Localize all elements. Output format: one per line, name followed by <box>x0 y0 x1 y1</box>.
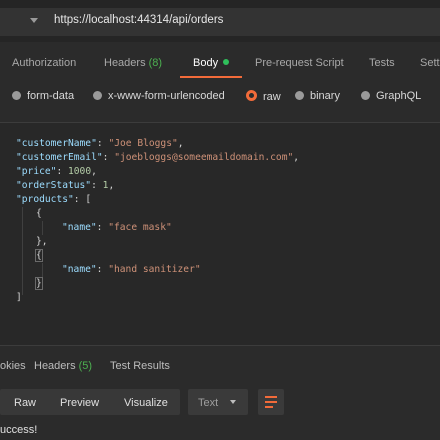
code-line: } <box>35 277 43 290</box>
tab-test-results[interactable]: Test Results <box>110 360 170 372</box>
code-line: ] <box>16 292 22 303</box>
request-tabs: Authorization Headers (8) Body Pre-reque… <box>0 42 440 80</box>
method-dropdown-caret-icon[interactable] <box>30 18 38 23</box>
tab-count: (5) <box>78 360 93 372</box>
indent-guide <box>42 263 43 277</box>
body-modified-dot-icon <box>223 59 230 65</box>
radio-selected-icon <box>246 90 257 101</box>
radio-label: form-data <box>27 90 75 102</box>
tab-tests[interactable]: Tests <box>369 57 395 69</box>
response-tabs: okies Headers (5) Test Results <box>0 346 440 382</box>
tab-body-label: Body <box>193 57 219 69</box>
code-line: "customerEmail": "joebloggs@someemaildom… <box>16 152 300 163</box>
radio-icon <box>295 91 304 100</box>
format-select-value: Text <box>198 397 219 409</box>
tab-authorization[interactable]: Authorization <box>12 57 76 69</box>
wrap-icon-line <box>265 396 277 398</box>
tab-headers[interactable]: Headers (8) <box>104 57 162 69</box>
radio-graphql[interactable]: GraphQL <box>361 90 421 102</box>
tab-body[interactable]: Body <box>193 57 230 69</box>
view-raw-button[interactable]: Raw <box>14 397 36 409</box>
tab-cookies[interactable]: okies <box>0 360 26 372</box>
response-body-text: uccess! <box>0 424 38 436</box>
tab-headers-label: Headers <box>104 57 146 69</box>
active-tab-indicator <box>180 76 242 78</box>
tab-prerequest-script[interactable]: Pre-request Script <box>255 57 344 69</box>
radio-label: binary <box>310 90 340 102</box>
request-body-editor[interactable]: "customerName": "Joe Bloggs", "customerE… <box>0 123 440 345</box>
view-preview-button[interactable]: Preview <box>60 397 99 409</box>
radio-binary[interactable]: binary <box>295 90 340 102</box>
indent-guide <box>42 221 43 235</box>
wrap-lines-button[interactable] <box>258 389 284 415</box>
chevron-down-icon <box>230 400 236 404</box>
tab-response-headers[interactable]: Headers (5) <box>34 360 92 372</box>
radio-form-data[interactable]: form-data <box>12 90 74 102</box>
tab-settings[interactable]: Sett <box>420 57 440 69</box>
indent-guide <box>22 207 23 295</box>
body-type-selector: form-data x-www-form-urlencoded raw bina… <box>0 80 440 114</box>
radio-label: raw <box>263 91 281 103</box>
code-line: }, <box>36 236 48 247</box>
radio-label: x-www-form-urlencoded <box>108 90 225 102</box>
wrap-icon-line <box>265 401 277 403</box>
code-line: "name": "face mask" <box>62 222 172 233</box>
radio-raw[interactable]: raw <box>246 90 281 103</box>
code-line: { <box>36 208 42 219</box>
radio-urlencoded[interactable]: x-www-form-urlencoded <box>93 90 225 102</box>
radio-icon <box>361 91 370 100</box>
code-line: "products": [ <box>16 194 92 205</box>
code-line: "price": 1000, <box>16 166 97 177</box>
tab-label: Headers <box>34 360 76 372</box>
tab-headers-count: (8) <box>148 57 163 69</box>
radio-icon <box>12 91 21 100</box>
code-line: { <box>35 249 43 262</box>
code-line: "customerName": "Joe Bloggs", <box>16 138 184 149</box>
wrap-icon-line <box>265 406 273 408</box>
code-line: "name": "hand sanitizer" <box>62 264 201 275</box>
radio-label: GraphQL <box>376 90 422 102</box>
view-visualize-button[interactable]: Visualize <box>124 397 168 409</box>
radio-icon <box>93 91 102 100</box>
url-input[interactable]: https://localhost:44314/api/orders <box>54 14 223 26</box>
code-line: "orderStatus": 1, <box>16 180 115 191</box>
